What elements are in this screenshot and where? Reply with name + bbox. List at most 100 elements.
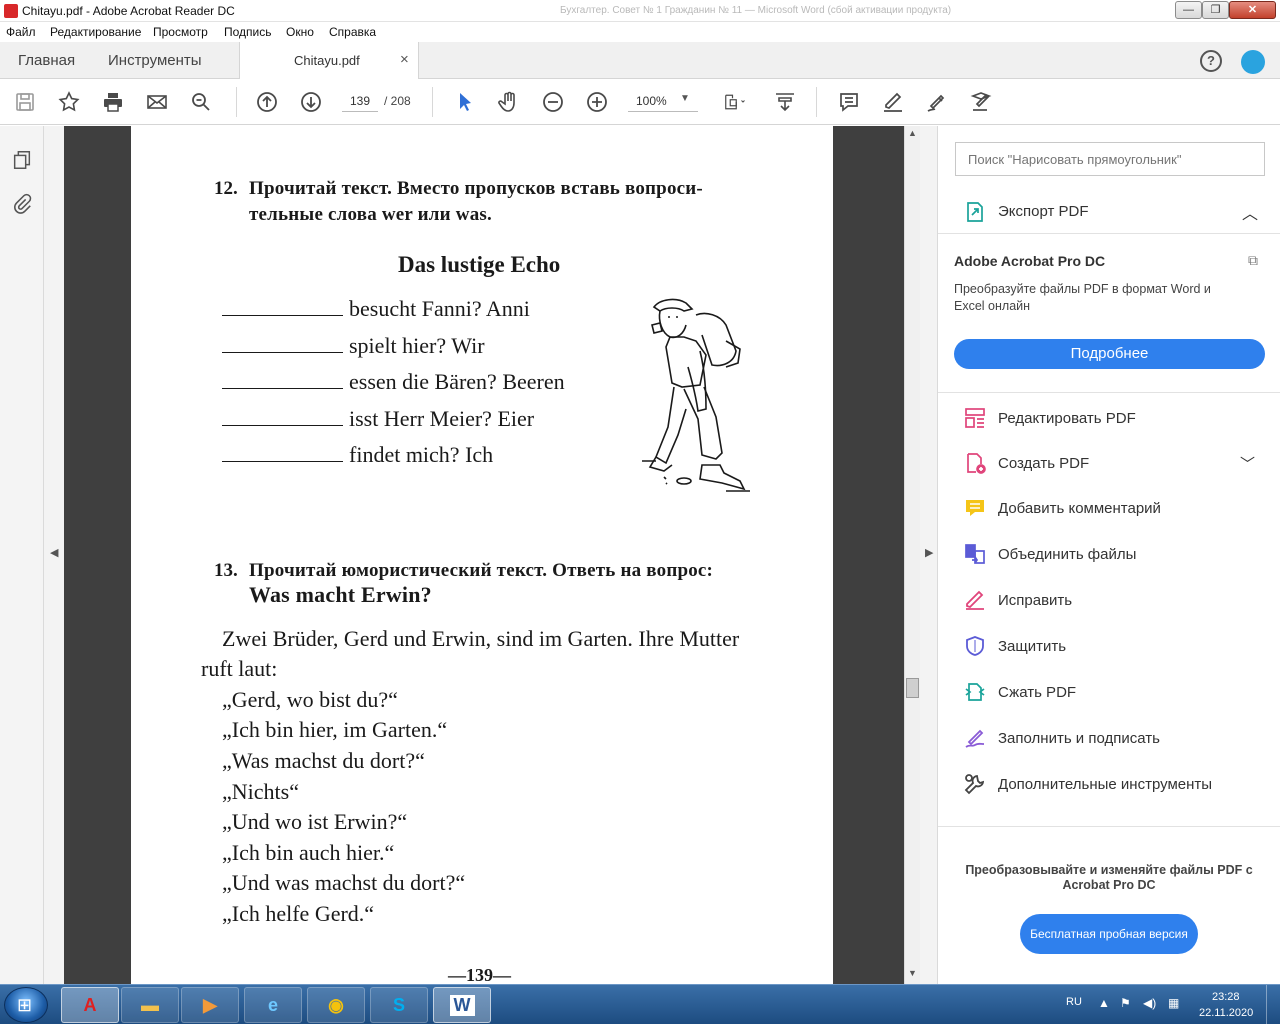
windows-logo-icon: ⊞ <box>17 995 33 1015</box>
taskbar-chrome-icon[interactable]: ◉ <box>307 987 365 1023</box>
email-icon[interactable] <box>144 89 170 115</box>
free-trial-button[interactable]: Бесплатная пробная версия <box>1020 914 1198 954</box>
save-icon[interactable] <box>12 89 38 115</box>
language-indicator[interactable]: RU <box>1066 996 1082 1008</box>
tool-more-tools[interactable]: Дополнительные инструменты <box>938 764 1280 804</box>
fill-blank <box>222 375 343 389</box>
tool-label: Объединить файлы <box>998 546 1137 563</box>
fill-blank <box>222 339 343 353</box>
tool-label: Дополнительные инструменты <box>998 776 1213 793</box>
print-icon[interactable] <box>100 89 126 115</box>
document-margin <box>833 126 904 984</box>
export-pdf-header[interactable]: Экспорт PDF ︿ <box>938 190 1280 234</box>
taskbar-explorer-folder-icon[interactable]: ▬ <box>121 987 179 1023</box>
menu-edit[interactable]: Редактирование <box>50 25 141 39</box>
story-line: „Ich bin auch hier.“ <box>222 840 395 865</box>
zoom-search-icon[interactable] <box>188 89 214 115</box>
tab-tools[interactable]: Инструменты <box>108 52 202 69</box>
zoom-out-icon[interactable] <box>540 89 566 115</box>
promo-title: Adobe Acrobat Pro DC <box>954 253 1106 269</box>
window-title: Chitayu.pdf - Adobe Acrobat Reader DC <box>22 4 235 18</box>
edit-pdf-icon <box>963 406 987 430</box>
show-desktop-button[interactable] <box>1266 985 1280 1024</box>
echo-line-text: spielt hier? Wir <box>349 333 485 358</box>
close-tab-icon[interactable]: × <box>400 51 409 68</box>
hand-tool-icon[interactable] <box>496 89 522 115</box>
clock-time[interactable]: 23:28 <box>1212 991 1240 1003</box>
copy-icon[interactable]: ⧉ <box>1248 252 1258 269</box>
chevron-up-icon[interactable]: ︿ <box>1242 200 1258 224</box>
menu-help[interactable]: Справка <box>329 25 376 39</box>
scroll-mode-icon[interactable] <box>772 89 798 115</box>
chevron-right-icon: ▶ <box>925 547 934 559</box>
learn-more-button[interactable]: Подробнее <box>954 339 1265 369</box>
menu-view[interactable]: Просмотр <box>153 25 208 39</box>
show-hidden-icons-icon[interactable]: ▲ <box>1098 996 1110 1010</box>
tool-label: Создать PDF <box>998 455 1090 472</box>
tool-protect[interactable]: Защитить <box>938 626 1280 666</box>
tool-add-comment[interactable]: Добавить комментарий <box>938 488 1280 528</box>
menu-file[interactable]: Файл <box>6 25 36 39</box>
sign-pen-icon[interactable] <box>924 89 950 115</box>
tool-edit-pdf[interactable]: Редактировать PDF <box>938 398 1280 438</box>
taskbar-skype-icon[interactable]: S <box>370 987 428 1023</box>
shield-icon <box>963 634 987 658</box>
task-13-instruction-line2: Was macht Erwin? <box>249 582 432 607</box>
attachments-paperclip-icon[interactable] <box>11 192 33 216</box>
action-center-flag-icon[interactable]: ⚑ <box>1120 996 1131 1010</box>
previous-page-icon[interactable] <box>254 89 280 115</box>
tab-home[interactable]: Главная <box>18 52 75 69</box>
zoom-select[interactable]: 100% ▼ <box>628 90 698 112</box>
page-thumbnails-icon[interactable] <box>11 148 33 172</box>
minimize-button[interactable]: — <box>1175 1 1202 19</box>
collapse-right-pane-handle[interactable]: ▶ <box>920 126 938 984</box>
taskbar-word-icon[interactable]: W <box>433 987 491 1023</box>
network-icon[interactable]: ▦ <box>1168 996 1179 1010</box>
maximize-button[interactable]: ❐ <box>1202 1 1229 19</box>
fill-blank <box>222 412 343 426</box>
zoom-in-icon[interactable] <box>584 89 610 115</box>
collapse-left-pane-handle[interactable]: ◀ <box>44 126 64 984</box>
tool-create-pdf[interactable]: Создать PDF ﹀ <box>938 443 1280 483</box>
story-line: „Gerd, wo bist du?“ <box>222 687 398 712</box>
tool-compress-pdf[interactable]: Сжать PDF <box>938 672 1280 712</box>
bookmark-star-icon[interactable] <box>56 89 82 115</box>
comment-icon[interactable] <box>836 89 862 115</box>
tab-document[interactable]: Chitayu.pdf × <box>239 42 419 80</box>
story-line: „Ich helfe Gerd.“ <box>222 901 375 926</box>
vertical-scrollbar[interactable]: ▲ ▼ <box>904 126 920 984</box>
divider <box>938 392 1280 393</box>
fill-sign-icon[interactable] <box>968 89 994 115</box>
tool-fix[interactable]: Исправить <box>938 580 1280 620</box>
left-navigation-pane <box>0 126 44 984</box>
export-pdf-label: Экспорт PDF <box>998 203 1089 220</box>
scroll-up-arrow-icon[interactable]: ▲ <box>908 128 917 138</box>
volume-icon[interactable]: ◀) <box>1143 996 1156 1010</box>
highlight-pen-icon[interactable] <box>880 89 906 115</box>
clock-date[interactable]: 22.11.2020 <box>1199 1007 1253 1019</box>
chevron-down-icon[interactable]: ﹀ <box>1240 453 1255 474</box>
select-cursor-icon[interactable] <box>452 89 478 115</box>
tool-fill-sign[interactable]: Заполнить и подписать <box>938 718 1280 758</box>
taskbar-internet-explorer-icon[interactable]: e <box>244 987 302 1023</box>
close-window-button[interactable]: ✕ <box>1229 1 1276 19</box>
menu-sign[interactable]: Подпись <box>224 25 272 39</box>
taskbar-media-player-icon[interactable]: ▶ <box>181 987 239 1023</box>
combine-files-icon <box>963 542 987 566</box>
account-icon[interactable] <box>1241 50 1265 74</box>
start-button[interactable]: ⊞ <box>4 987 48 1023</box>
scrollbar-thumb[interactable] <box>906 678 919 698</box>
scroll-down-arrow-icon[interactable]: ▼ <box>908 968 917 978</box>
taskbar-acrobat-icon[interactable]: A <box>61 987 119 1023</box>
tool-combine-files[interactable]: Объединить файлы <box>938 534 1280 574</box>
toolbar: / 208 100% ▼ <box>0 79 1280 125</box>
page-fit-icon[interactable] <box>716 89 752 115</box>
menu-bar: Файл Редактирование Просмотр Подпись Окн… <box>0 22 1280 42</box>
help-icon[interactable]: ? <box>1200 50 1222 72</box>
next-page-icon[interactable] <box>298 89 324 115</box>
menu-window[interactable]: Окно <box>286 25 314 39</box>
story-line: „Was machst du dort?“ <box>222 748 425 773</box>
fill-blank <box>222 448 343 462</box>
page-number-input[interactable] <box>342 90 378 112</box>
tools-search-input[interactable] <box>955 142 1265 176</box>
